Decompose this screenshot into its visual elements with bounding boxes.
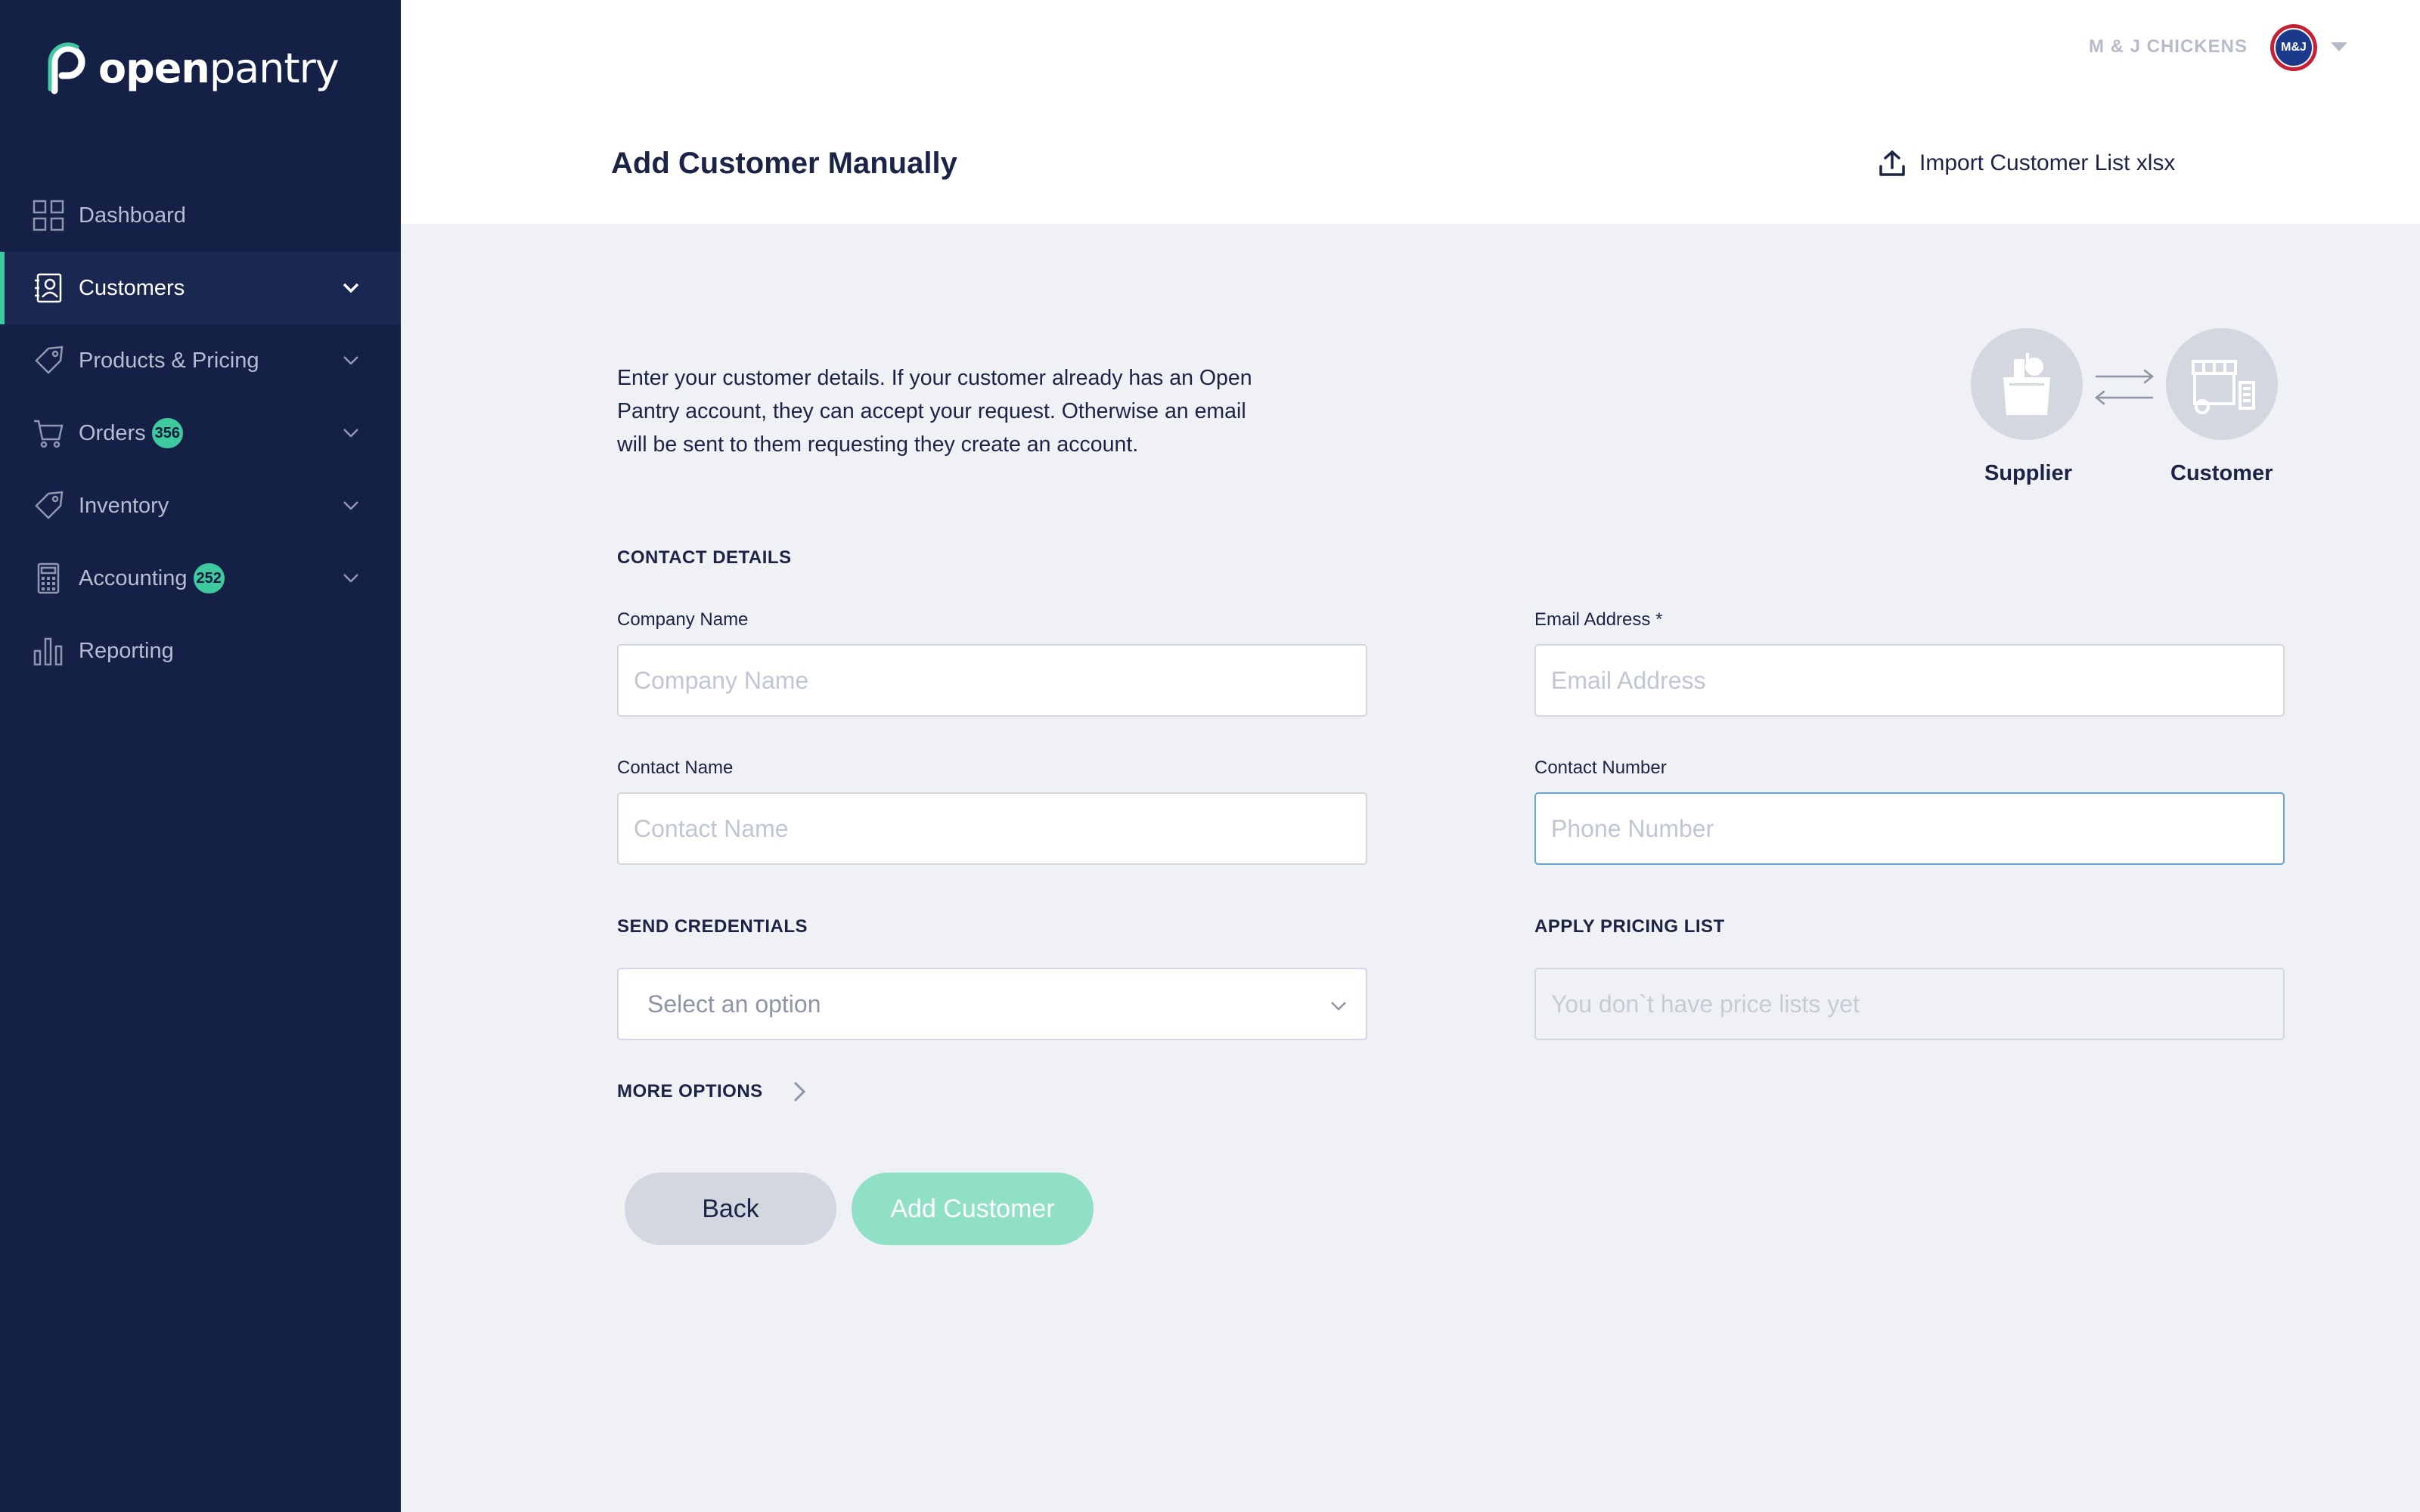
company-avatar-text: M&J [2274, 28, 2313, 67]
caret-down-icon[interactable] [2331, 42, 2347, 51]
cart-icon [34, 420, 64, 448]
sidebar-item-dashboard[interactable]: Dashboard [0, 179, 401, 252]
calculator-icon [37, 562, 60, 594]
more-options-label: MORE OPTIONS [617, 1081, 763, 1101]
import-label: Import Customer List xlsx [1919, 150, 2176, 175]
top-bar: M & J CHICKENS M&J [401, 0, 2420, 94]
chevron-down-icon[interactable] [340, 495, 361, 516]
supplier-circle [1971, 328, 2083, 440]
grocery-bag-icon [2003, 353, 2050, 415]
more-options-toggle[interactable]: MORE OPTIONS [617, 1080, 808, 1104]
relationship-graphic: Supplier Customer [1969, 328, 2287, 494]
intro-text: Enter your customer details. If your cus… [617, 366, 1252, 457]
back-button[interactable]: Back [625, 1173, 836, 1245]
accounting-count-badge: 252 [193, 563, 225, 593]
supplier-label: Supplier [1984, 461, 2073, 485]
contact-name-input[interactable] [617, 792, 1367, 865]
chevron-down-icon[interactable] [340, 277, 361, 299]
send-credentials-select[interactable]: Select an option [617, 968, 1367, 1040]
email-address-input[interactable] [1534, 644, 2285, 717]
bar-chart-icon [33, 637, 63, 666]
customer-circle [2166, 328, 2278, 440]
add-customer-button[interactable]: Add Customer [852, 1173, 1094, 1245]
upload-icon [1879, 150, 1905, 176]
chevron-right-icon [793, 1081, 805, 1102]
dashboard-icon [33, 200, 64, 231]
logo-mark-icon [48, 42, 85, 94]
sidebar-item-accounting[interactable]: Accounting 252 [0, 542, 401, 615]
email-address-label: Email Address * [1534, 609, 1663, 630]
contact-name-label: Contact Name [617, 758, 734, 778]
company-name-label: Company Name [617, 609, 749, 630]
sidebar-item-products-pricing[interactable]: Products & Pricing [0, 324, 401, 397]
chevron-down-icon[interactable] [340, 423, 361, 444]
page-header: Add Customer Manually Import Customer Li… [401, 94, 2420, 224]
chevron-down-icon[interactable] [340, 568, 361, 589]
sidebar-item-label: Dashboard [79, 203, 186, 228]
brand-logo[interactable]: openpantry [44, 39, 340, 97]
company-name-input[interactable] [617, 644, 1367, 717]
sidebar-item-label: Customers [79, 275, 185, 300]
sidebar-nav: Dashboard Customers Products & Pricing O… [0, 179, 401, 687]
apply-pricing-list-heading: APPLY PRICING LIST [1534, 916, 1725, 937]
brand-wordmark: openpantry [98, 44, 340, 92]
company-name[interactable]: M & J CHICKENS [2089, 36, 2248, 57]
chevron-down-icon [1331, 1002, 1346, 1011]
orders-count-badge: 356 [151, 418, 184, 448]
sidebar-item-orders[interactable]: Orders 356 [0, 397, 401, 469]
pricing-list-input [1534, 968, 2285, 1040]
sidebar: openpantry Dashboard Customers Products … [0, 0, 401, 1512]
contact-details-heading: CONTACT DETAILS [617, 547, 792, 568]
sidebar-item-label: Accounting [79, 565, 188, 590]
customer-label: Customer [2170, 461, 2273, 485]
import-customer-list-button[interactable]: Import Customer List xlsx [1877, 148, 2175, 178]
send-credentials-heading: SEND CREDENTIALS [617, 916, 808, 937]
sidebar-item-customers[interactable]: Customers [0, 252, 401, 324]
sidebar-item-label: Products & Pricing [79, 348, 259, 373]
sidebar-item-label: Reporting [79, 638, 174, 663]
chevron-down-icon[interactable] [340, 350, 361, 371]
sidebar-item-label: Orders [79, 420, 146, 445]
sidebar-item-label: Inventory [79, 493, 169, 518]
sidebar-item-inventory[interactable]: Inventory [0, 469, 401, 542]
exchange-arrows-icon [2094, 369, 2155, 405]
send-credentials-value: Select an option [647, 990, 821, 1018]
market-stall-icon [2192, 360, 2255, 414]
page-title: Add Customer Manually [611, 147, 957, 180]
company-avatar[interactable]: M&J [2270, 24, 2317, 71]
customers-icon [35, 273, 62, 303]
tag-icon [35, 491, 64, 519]
sidebar-item-reporting[interactable]: Reporting [0, 615, 401, 687]
contact-number-label: Contact Number [1534, 758, 1667, 778]
contact-number-input[interactable] [1534, 792, 2285, 865]
tag-icon [35, 345, 64, 374]
